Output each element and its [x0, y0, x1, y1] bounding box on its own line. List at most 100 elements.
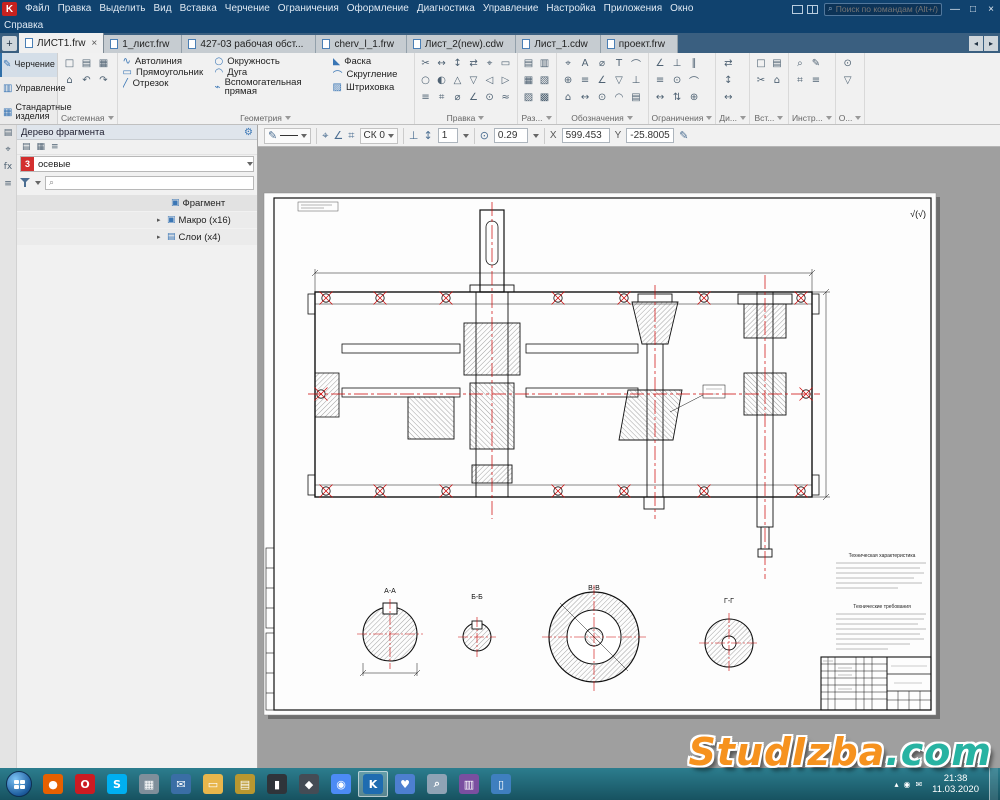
toolbar-icon[interactable]: ⌖ [482, 55, 498, 72]
winrar-icon[interactable]: ▥ [454, 771, 484, 797]
group-label[interactable]: Правка [418, 111, 514, 124]
toolbar-icon[interactable]: ⌒ [686, 72, 703, 89]
drawing-viewport[interactable]: √(√) [258, 147, 1000, 768]
grid-icon[interactable]: ⌗ [348, 129, 354, 143]
ortho-icon[interactable]: ⊥ [409, 129, 419, 142]
toolbar-icon[interactable]: ≡ [577, 72, 594, 89]
zoom-icon[interactable]: ⊙ [480, 129, 489, 142]
magnifier-icon[interactable]: ⌕ [422, 771, 452, 797]
toolbar-icon[interactable]: ⌀ [594, 55, 611, 72]
skype-icon[interactable]: S [102, 771, 132, 797]
toolbar-icon[interactable]: ∠ [466, 89, 482, 106]
tree-toolbar-icon[interactable]: ▤ [22, 142, 31, 152]
tab-scroll-right[interactable]: ▸ [984, 36, 998, 51]
document-tab[interactable]: 427-03 рабочая обст... [182, 35, 316, 53]
hearts-icon[interactable]: ♥ [390, 771, 420, 797]
toolbar-icon[interactable]: ▤ [78, 55, 95, 72]
toolbar-icon[interactable]: ▽ [466, 72, 482, 89]
ribbon-side-tab[interactable]: ▥ Управление [0, 77, 57, 101]
zoom-field[interactable]: 0.29 [494, 128, 528, 143]
folder-icon[interactable]: ▭ [198, 771, 228, 797]
toolbar-icon[interactable]: ▽ [611, 72, 628, 89]
kompas-icon[interactable]: K [358, 771, 388, 797]
y-coordinate-field[interactable]: -25.8005 [626, 128, 674, 143]
menu-item[interactable]: Вставка [176, 0, 221, 18]
toolbar-icon[interactable]: ✂ [753, 72, 769, 89]
drawing-area[interactable]: √(√) [258, 147, 1000, 768]
menu-item[interactable]: Приложения [600, 0, 667, 18]
panel-switch-icon[interactable]: ▤ [4, 128, 13, 138]
toolbar-icon[interactable]: ↔ [652, 89, 669, 106]
toolbar-icon[interactable]: ↕ [450, 55, 466, 72]
geometry-tool[interactable]: ○ Окружность [215, 56, 329, 67]
toolbar-icon[interactable]: ↕ [719, 72, 737, 89]
toolbar-icon[interactable]: ∥ [686, 55, 703, 72]
line-style-selector[interactable]: ✎ [264, 128, 311, 144]
group-label[interactable]: Обозначения [560, 111, 645, 124]
menu-item[interactable]: Вид [150, 0, 176, 18]
menu-item[interactable]: Правка [54, 0, 96, 18]
maximize-button[interactable]: □ [964, 0, 982, 18]
toolbar-icon[interactable]: △ [450, 72, 466, 89]
toolbar-icon[interactable]: ⌂ [61, 72, 78, 89]
document-tab[interactable]: Лист_1.cdw [516, 35, 600, 53]
toolbar-icon[interactable]: ⌀ [450, 89, 466, 106]
toolbar-icon[interactable]: ≡ [808, 72, 824, 89]
snap-icon[interactable]: ⌖ [322, 129, 328, 143]
document-tab[interactable]: 1_лист.frw [104, 35, 182, 53]
window-layout-icon[interactable] [792, 5, 803, 14]
tree-toolbar-icon[interactable]: ▦ [37, 142, 46, 152]
toolbar-icon[interactable]: ○ [418, 72, 434, 89]
toolbar-icon[interactable]: ⊙ [594, 89, 611, 106]
toolbar-icon[interactable]: ↶ [78, 72, 95, 89]
toolbar-icon[interactable]: ⇄ [719, 55, 737, 72]
launcher-icon[interactable]: ◆ [294, 771, 324, 797]
tree-item[interactable]: ▣ Фрагмент [17, 195, 257, 211]
tree-item[interactable]: ▸ ▤ Слои (x4) [17, 229, 257, 245]
clipboard-icon[interactable]: ▤ [230, 771, 260, 797]
geometry-tool[interactable]: ∿ Автолиния [123, 56, 211, 67]
expand-arrow-icon[interactable]: ▸ [157, 233, 164, 241]
current-layer-selector[interactable]: 3 осевые [20, 156, 254, 172]
panel-switch-icon[interactable]: ⌖ [5, 145, 10, 155]
toolbar-icon[interactable]: ✂ [418, 55, 434, 72]
toolbar-icon[interactable]: А [577, 55, 594, 72]
toolbar-icon[interactable]: ⊙ [482, 89, 498, 106]
panel-switch-icon[interactable]: ≡ [4, 179, 12, 189]
geometry-tool[interactable]: ▭ Прямоугольник [123, 67, 211, 78]
group-label[interactable]: Инстр... [792, 111, 832, 124]
scale-field[interactable]: 1 [438, 128, 458, 143]
menu-item[interactable]: Окно [666, 0, 697, 18]
ribbon-side-tab[interactable]: ▦ Стандартные изделия [0, 100, 57, 124]
toolbar-icon[interactable]: ◁ [482, 72, 498, 89]
geometry-tool[interactable]: ◠ Дуга [215, 67, 329, 78]
menu-item[interactable]: Управление [479, 0, 543, 18]
geometry-tool[interactable]: ▨ Штриховка [333, 82, 409, 93]
tab-close-icon[interactable]: × [91, 38, 97, 49]
window-split-icon[interactable] [807, 5, 818, 14]
toolbar-icon[interactable]: ▦ [95, 55, 112, 72]
toolbar-icon[interactable]: ⊕ [560, 72, 577, 89]
toolbar-icon[interactable]: ▨ [521, 89, 537, 106]
toolbar-icon[interactable]: ⊥ [669, 55, 686, 72]
menu-item[interactable]: Файл [21, 0, 54, 18]
toolbar-icon[interactable]: ≡ [652, 72, 669, 89]
toolbar-icon[interactable]: ≈ [498, 89, 514, 106]
toolbar-icon[interactable]: ▥ [537, 55, 553, 72]
tree-search-input[interactable] [57, 178, 250, 188]
geometry-tool[interactable]: ⌒ Скругление [333, 67, 409, 82]
close-button[interactable]: × [982, 0, 1000, 18]
command-search-input[interactable] [836, 4, 938, 14]
coordinate-system-selector[interactable]: СК 0 [360, 128, 398, 144]
toolbar-icon[interactable]: ⌒ [628, 55, 645, 72]
toolbar-icon[interactable]: ◠ [611, 89, 628, 106]
console-icon[interactable]: ▮ [262, 771, 292, 797]
toolbar-icon[interactable]: ⊕ [686, 89, 703, 106]
toolbar-icon[interactable]: ⌕ [792, 55, 808, 72]
menu-item[interactable]: Черчение [221, 0, 274, 18]
command-search[interactable]: ⌕ [824, 3, 942, 16]
document-tab[interactable]: Лист_2(new).cdw [407, 35, 516, 53]
group-label[interactable]: Геометрия [121, 111, 411, 124]
tree-toolbar-icon[interactable]: ≡ [51, 142, 59, 152]
filter-icon[interactable] [20, 177, 31, 188]
